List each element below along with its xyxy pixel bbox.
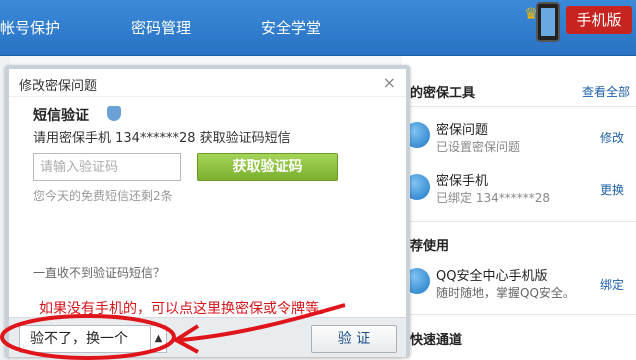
free-sms-remaining: 您今天的免费短信还剩2条 bbox=[33, 189, 173, 203]
divider bbox=[402, 106, 636, 107]
nav-item-password-management[interactable]: 密码管理 bbox=[131, 17, 191, 38]
recommend-app-desc: 随时随地，掌握QQ安全。 bbox=[436, 286, 575, 300]
shield-icon bbox=[107, 106, 121, 121]
switch-method-button[interactable]: 验不了，换一个 bbox=[19, 325, 151, 353]
verification-code-input[interactable] bbox=[33, 153, 181, 181]
tool-name-question: 密保问题 bbox=[436, 123, 489, 138]
sms-verification-title: 短信验证 bbox=[33, 108, 89, 124]
tool-name-phone: 密保手机 bbox=[436, 174, 489, 189]
dialog-header: 修改密保问题 × bbox=[9, 69, 406, 97]
security-tools-title: 的密保工具 bbox=[410, 86, 476, 101]
divider bbox=[402, 221, 636, 222]
top-nav-bar: 帐号保护 密码管理 安全学堂 ♛ 手机版 bbox=[0, 0, 636, 56]
no-sms-received-link[interactable]: 一直收不到验证码短信？ bbox=[33, 264, 165, 281]
verify-button[interactable]: 验 证 bbox=[311, 325, 397, 353]
annotation-text: 如果没有手机的，可以点这里换密保或令牌等。 bbox=[39, 301, 333, 317]
quick-channel-title: 快速通道 bbox=[410, 333, 463, 348]
dialog-footer: 验不了，换一个 ▲ 验 证 bbox=[9, 317, 406, 357]
change-phone-link[interactable]: 更换 bbox=[600, 181, 624, 198]
close-icon[interactable]: × bbox=[383, 73, 396, 92]
divider bbox=[402, 314, 636, 315]
bind-app-link[interactable]: 绑定 bbox=[600, 276, 624, 293]
modify-security-question-dialog: 修改密保问题 × 短信验证 请用密保手机 134******28 获取验证码短信… bbox=[5, 65, 410, 357]
recommend-title: 荐使用 bbox=[410, 239, 450, 254]
tool-status-question: 已设置密保问题 bbox=[436, 140, 521, 154]
mobile-version-badge: 手机版 bbox=[566, 6, 632, 34]
recommend-app-name: QQ安全中心手机版 bbox=[436, 269, 548, 284]
view-all-link[interactable]: 查看全部 bbox=[582, 83, 630, 100]
nav-item-security-school[interactable]: 安全学堂 bbox=[261, 17, 321, 38]
modify-question-link[interactable]: 修改 bbox=[600, 129, 624, 146]
right-sidebar: 的密保工具 查看全部 密保问题 已设置密保问题 修改 密保手机 已绑定 134*… bbox=[402, 56, 636, 360]
mobile-promo[interactable]: ♛ 手机版 bbox=[518, 0, 636, 44]
phone-icon bbox=[536, 2, 560, 42]
sms-description: 请用密保手机 134******28 获取验证码短信 bbox=[33, 131, 291, 146]
get-code-button[interactable]: 获取验证码 bbox=[197, 153, 338, 181]
dialog-title: 修改密保问题 bbox=[19, 79, 98, 94]
nav-item-account-protection[interactable]: 帐号保护 bbox=[0, 17, 60, 38]
tool-status-phone: 已绑定 134******28 bbox=[436, 191, 550, 205]
switch-dropdown-arrow[interactable]: ▲ bbox=[151, 325, 167, 353]
